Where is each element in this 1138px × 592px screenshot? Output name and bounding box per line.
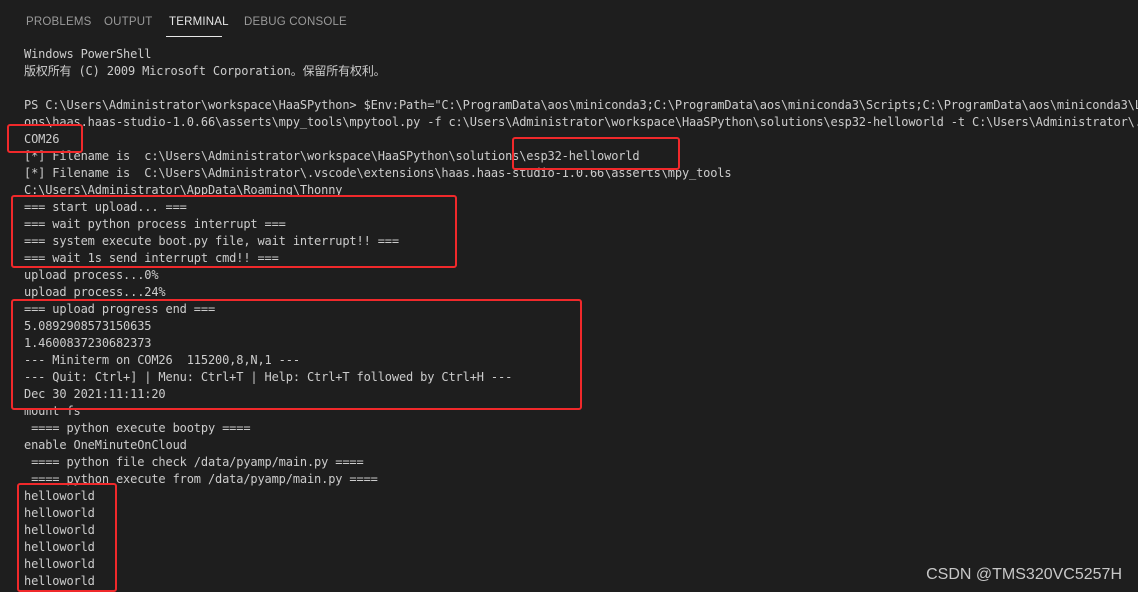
- terminal-line: === wait 1s send interrupt cmd!! ===: [24, 251, 279, 265]
- terminal-line: 5.0892908573150635: [24, 319, 152, 333]
- terminal-line: C:\Users\Administrator\AppData\Roaming\T…: [24, 183, 343, 197]
- panel-tab-bar: PROBLEMS OUTPUT TERMINAL DEBUG CONSOLE: [0, 0, 1138, 44]
- terminal-line: ons\haas.haas-studio-1.0.66\asserts\mpy_…: [24, 115, 1138, 129]
- terminal-output[interactable]: Windows PowerShell 版权所有 (C) 2009 Microso…: [0, 46, 1138, 592]
- terminal-line: upload process...24%: [24, 285, 166, 299]
- terminal-line: PS C:\Users\Administrator\workspace\HaaS…: [24, 98, 1138, 112]
- watermark: CSDN @TMS320VC5257H: [926, 566, 1122, 583]
- terminal-line: upload process...0%: [24, 268, 159, 282]
- terminal-line: helloworld: [24, 489, 95, 503]
- terminal-line: --- Miniterm on COM26 115200,8,N,1 ---: [24, 353, 300, 367]
- terminal-line: helloworld: [24, 523, 95, 537]
- terminal-line: [*] Filename is C:\Users\Administrator\.…: [24, 166, 732, 180]
- terminal-line: 版权所有 (C) 2009 Microsoft Corporation。保留所有…: [24, 64, 386, 78]
- terminal-line: ==== python file check /data/pyamp/main.…: [24, 455, 364, 469]
- terminal-line: === start upload... ===: [24, 200, 187, 214]
- tab-terminal[interactable]: TERMINAL: [169, 16, 229, 28]
- terminal-line: COM26: [24, 132, 60, 146]
- terminal-line: Windows PowerShell: [24, 47, 152, 61]
- terminal-line: === system execute boot.py file, wait in…: [24, 234, 399, 248]
- terminal-line: === upload progress end ===: [24, 302, 216, 316]
- terminal-line: helloworld: [24, 506, 95, 520]
- tab-debug-console[interactable]: DEBUG CONSOLE: [244, 16, 347, 28]
- terminal-line: ==== python execute from /data/pyamp/mai…: [24, 472, 378, 486]
- terminal-line: [*] Filename is c:\Users\Administrator\w…: [24, 149, 640, 163]
- active-tab-indicator: [166, 36, 222, 37]
- terminal-line: --- Quit: Ctrl+] | Menu: Ctrl+T | Help: …: [24, 370, 513, 384]
- terminal-line: === wait python process interrupt ===: [24, 217, 286, 231]
- terminal-line: Dec 30 2021:11:11:20: [24, 387, 166, 401]
- tab-output[interactable]: OUTPUT: [104, 16, 152, 28]
- terminal-line: enable OneMinuteOnCloud: [24, 438, 187, 452]
- terminal-line: 1.4600837230682373: [24, 336, 152, 350]
- terminal-line: ==== python execute bootpy ====: [24, 421, 251, 435]
- terminal-line: mount fs: [24, 404, 81, 418]
- tab-problems[interactable]: PROBLEMS: [26, 16, 92, 28]
- terminal-line: helloworld: [24, 574, 95, 588]
- terminal-line: helloworld: [24, 540, 95, 554]
- terminal-line: helloworld: [24, 557, 95, 571]
